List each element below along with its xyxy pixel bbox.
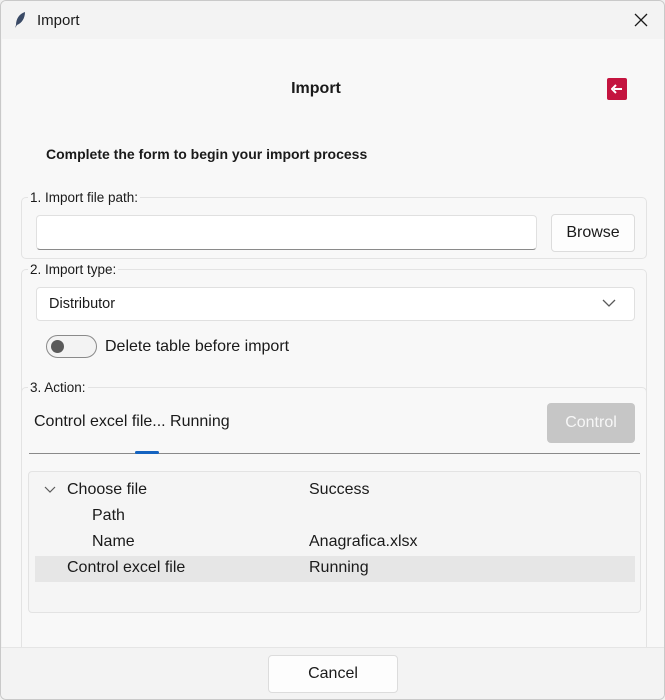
browse-button[interactable]: Browse	[551, 214, 635, 252]
close-icon	[634, 13, 648, 27]
action-label: 3. Action:	[28, 380, 88, 395]
import-type-selected: Distributor	[49, 296, 116, 312]
cancel-button[interactable]: Cancel	[268, 655, 398, 693]
tree-row-choose-file[interactable]: Choose file Success	[35, 478, 635, 504]
progress-indicator	[135, 451, 159, 454]
delete-table-label: Delete table before import	[105, 337, 290, 355]
import-window: Import Import Complete the form to begin…	[0, 0, 665, 700]
import-file-path-group: 1. Import file path: Browse	[21, 190, 647, 259]
action-tree: Choose file Success Path Name Anagrafica…	[28, 471, 641, 613]
import-file-path-label: 1. Import file path:	[28, 190, 141, 205]
action-group: 3. Action: Control excel file... Running…	[21, 380, 647, 665]
tree-item-name: Control excel file	[67, 559, 186, 576]
file-path-input[interactable]	[36, 215, 537, 250]
tree-row-path[interactable]: Path	[35, 504, 635, 530]
tree-item-value: Success	[309, 481, 370, 498]
dialog-footer: Cancel	[1, 647, 664, 699]
status-text: Control excel file... Running	[34, 413, 230, 430]
delete-table-toggle[interactable]	[46, 335, 97, 358]
tree-item-name: Path	[92, 507, 125, 524]
form-instructions: Complete the form to begin your import p…	[46, 146, 368, 162]
feather-icon	[15, 12, 25, 28]
delete-table-toggle-row: Delete table before import	[46, 335, 289, 358]
tree-item-value: Running	[309, 559, 369, 576]
import-type-dropdown[interactable]: Distributor	[36, 287, 635, 321]
exit-button[interactable]	[607, 78, 627, 100]
tree-row-name[interactable]: Name Anagrafica.xlsx	[35, 530, 635, 556]
progress-track	[29, 453, 640, 454]
close-button[interactable]	[618, 1, 664, 39]
title-bar: Import	[1, 1, 664, 39]
tree-item-name: Choose file	[67, 481, 148, 498]
tree-item-name: Name	[92, 533, 135, 550]
control-button: Control	[547, 403, 635, 443]
dialog-content: Import Complete the form to begin your i…	[2, 39, 664, 665]
toggle-knob	[51, 340, 64, 353]
chevron-down-icon	[602, 299, 616, 307]
tree-row-control-excel[interactable]: Control excel file Running	[35, 556, 635, 582]
arrow-left-icon	[611, 84, 622, 94]
tree-item-value: Anagrafica.xlsx	[309, 533, 418, 550]
page-title: Import	[291, 80, 341, 97]
window-title: Import	[37, 12, 80, 29]
import-type-label: 2. Import type:	[28, 262, 119, 277]
chevron-down-icon[interactable]	[44, 486, 56, 494]
